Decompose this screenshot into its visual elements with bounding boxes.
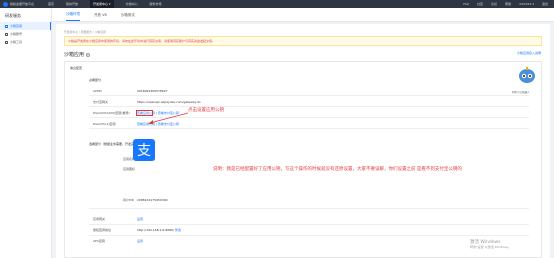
- logout-link[interactable]: 退出: [542, 0, 548, 8]
- user-menu[interactable]: XXXXXX ▾: [519, 0, 534, 8]
- page-title: 沙箱应用 ?: [64, 51, 90, 58]
- sidebar-item-label: 沙箱应用: [10, 24, 23, 28]
- sidebar-item-label: 沙箱账号: [10, 32, 23, 36]
- gateway-value: https://openapi.alipaydev.com/gateway.do: [137, 100, 201, 104]
- sidebar-item-sandbox-account[interactable]: 沙箱账号: [0, 30, 51, 38]
- row-label-aes: AES密钥: [93, 239, 105, 243]
- breadcrumb: 开发者中心 / 研发服务 / 沙箱应用: [64, 30, 106, 34]
- help-icon[interactable]: ?: [85, 52, 90, 57]
- panel-heading-text: 信息配置: [70, 66, 83, 70]
- top-nav-docs[interactable]: 文档中心: [126, 0, 138, 8]
- app-icon: [5, 24, 8, 28]
- sidebar-item-label: 沙箱工具: [10, 40, 23, 44]
- merchant-pid-value: 2088102175650390: [137, 198, 168, 202]
- warning-alert: 沙箱是开发者在沙箱应用中使用的环境，请勿在此环境中进行真实交易，请使用真实账户与…: [64, 36, 542, 46]
- row-label-app-gateway: 应用网关: [93, 217, 106, 221]
- aes-set-link[interactable]: 设置: [137, 239, 143, 243]
- row-label-callback: 授权回调地址: [93, 228, 112, 232]
- top-link-faq[interactable]: FAQ: [463, 0, 469, 8]
- alipay-app-icon: 支: [133, 139, 155, 161]
- tab-open-v6[interactable]: 开放 V6: [94, 13, 107, 21]
- top-right-links: FAQ 社区 论坛 帮助 XXXXXX ▾ 退出: [455, 0, 548, 8]
- page-title-text: 沙箱应用: [64, 52, 85, 58]
- row-label-rsa: RSA(SHA1)密钥: [93, 122, 116, 126]
- section-required: 必看部分: [89, 78, 102, 82]
- sub-navigation: 沙箱环境 开放 V6 沙箱测试: [52, 8, 554, 22]
- row-divider: [89, 95, 529, 96]
- top-navigation-bar: 蚂蚁金服开放平台 首页 我的开放 开发者中心 ▾ 文档中心 服务市场 FAQ 社…: [0, 0, 554, 8]
- app-icon-label: 应用图标: [123, 167, 136, 171]
- top-link-help[interactable]: 帮助: [505, 0, 511, 8]
- row-divider: [89, 224, 529, 225]
- mascot-label: 阿里小宝机器人: [512, 91, 530, 94]
- sandbox-help-link[interactable]: 沙箱应用接入说明: [517, 51, 541, 55]
- callback-url-value: http://192.168.1.6:8080/: [137, 228, 174, 232]
- account-icon: [5, 32, 8, 36]
- sidebar: 研发服务 沙箱应用 沙箱账号 沙箱工具: [0, 8, 52, 258]
- panel-heading: 信息配置: [70, 66, 82, 70]
- sidebar-item-sandbox-tools[interactable]: 沙箱工具: [0, 38, 51, 46]
- main-content: 开发者中心 / 研发服务 / 沙箱应用 沙箱是开发者在沙箱应用中使用的环境，请勿…: [56, 24, 550, 258]
- annotation-arrow-icon: [148, 112, 189, 124]
- row-divider: [89, 208, 529, 209]
- annotation-set-public-key: 点击设置应用公钥: [188, 108, 224, 113]
- row-divider: [89, 235, 529, 236]
- tab-sandbox-env[interactable]: 沙箱环境: [66, 12, 80, 21]
- watermark-line2: 转到"设置"以激活 Windows。: [470, 245, 512, 249]
- row-divider: [89, 128, 529, 129]
- tools-icon: [5, 40, 8, 44]
- top-nav-my-open[interactable]: 我的开放: [66, 0, 78, 8]
- platform-logo[interactable]: 蚂蚁金服开放平台: [3, 0, 34, 8]
- merchant-pid-label: 商户PID: [123, 198, 135, 202]
- top-nav-market[interactable]: 服务市场: [150, 0, 162, 8]
- row-divider: [89, 106, 529, 107]
- top-nav: 首页 我的开放 开发者中心 ▾ 文档中心 服务市场: [48, 0, 174, 8]
- row-label-rsa2: RSA2(SHA256)密钥(推荐): [93, 111, 130, 115]
- robot-mascot-icon[interactable]: [518, 67, 536, 89]
- top-link-community[interactable]: 社区: [477, 0, 483, 8]
- row-label-gateway: 支付宝网关: [93, 100, 109, 104]
- top-link-forum[interactable]: 论坛: [491, 0, 497, 8]
- windows-activation-watermark: 激活 Windows 转到"设置"以激活 Windows。: [470, 240, 511, 250]
- logo-icon: [3, 1, 8, 7]
- callback-edit-link[interactable]: 修改: [175, 228, 181, 232]
- sidebar-item-sandbox-app[interactable]: 沙箱应用: [0, 22, 51, 30]
- top-nav-developer-center[interactable]: 开发者中心 ▾: [90, 0, 114, 8]
- annotation-explanation: 说明：我是已经配置好了应用公钥，写这个操作的时候就没有还原设置，大家不要误解，你…: [213, 167, 462, 172]
- sidebar-title: 研发服务: [5, 13, 21, 18]
- row-label-appid: APPID: [93, 89, 102, 93]
- appid-value: 2016092300578627: [137, 89, 168, 93]
- top-nav-home[interactable]: 首页: [48, 0, 54, 8]
- tab-sandbox-test[interactable]: 沙箱测试: [121, 13, 135, 21]
- logo-text: 蚂蚁金服开放平台: [10, 2, 35, 6]
- app-gateway-set-link[interactable]: 设置: [137, 217, 143, 221]
